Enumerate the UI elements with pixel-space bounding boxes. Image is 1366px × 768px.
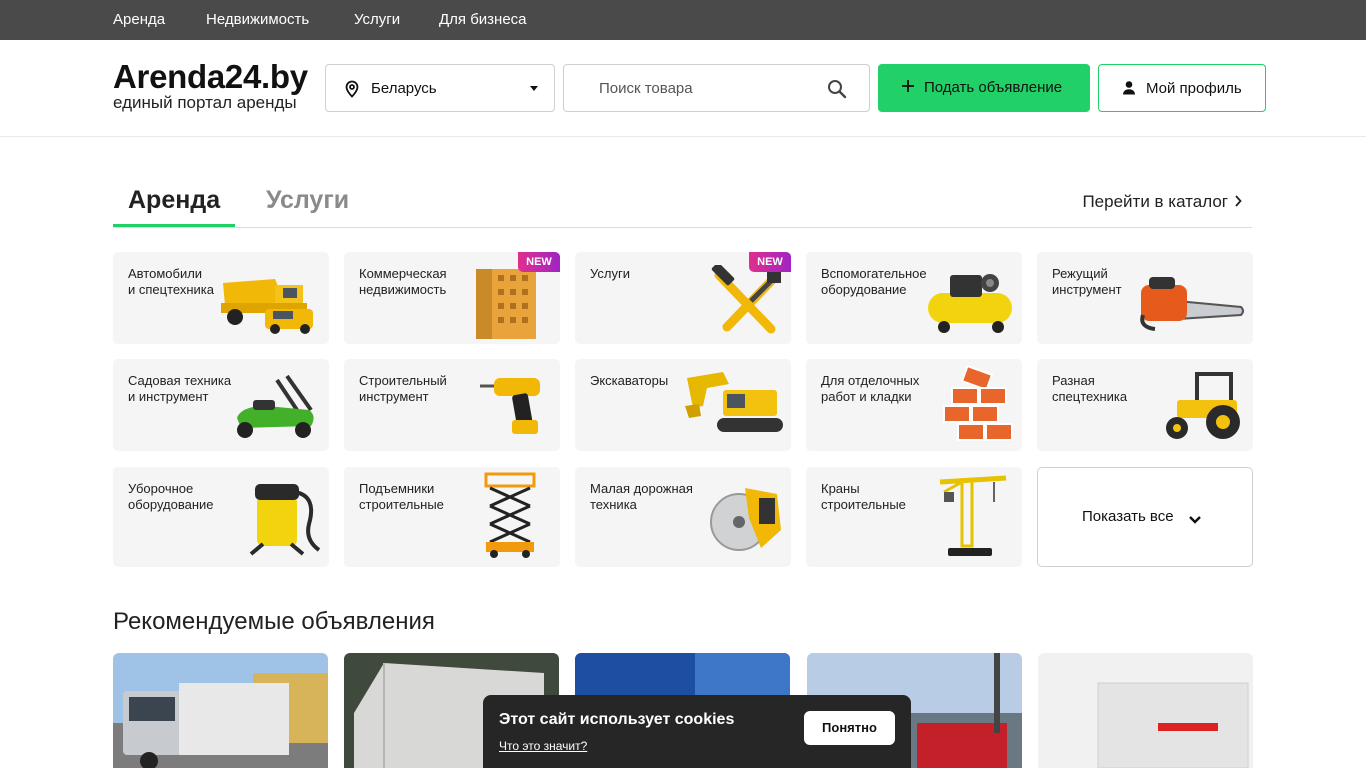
category-card-excavators[interactable]: Экскаваторы <box>575 359 791 451</box>
listing-card[interactable] <box>1038 653 1253 768</box>
compressor-icon <box>920 263 1016 340</box>
new-badge: NEW <box>749 252 791 272</box>
building-icon <box>470 263 542 344</box>
cookie-title: Этот сайт использует cookies <box>499 711 735 728</box>
category-card-construction-tools[interactable]: Строительный инструмент <box>344 359 560 451</box>
chevron-down-icon <box>530 86 538 91</box>
road-saw-icon <box>705 478 785 563</box>
cookie-accept-button[interactable]: Понятно <box>804 711 895 745</box>
region-select[interactable]: Беларусь <box>325 64 555 112</box>
post-ad-label: Подать объявление <box>924 79 1063 96</box>
category-label: Садовая техника и инструмент <box>128 373 232 404</box>
category-label: Вспомогательное оборудование <box>821 266 927 297</box>
cookie-banner: Этот сайт использует cookies Что это зна… <box>483 695 911 768</box>
category-card-garden-equipment[interactable]: Садовая техника и инструмент <box>113 359 329 451</box>
top-nav-item-real-estate[interactable]: Недвижимость <box>206 11 309 28</box>
show-all-label: Показать все <box>1082 508 1174 525</box>
catalog-link-label: Перейти в каталог <box>1082 192 1228 211</box>
recommended-title: Рекомендуемые объявления <box>113 608 435 635</box>
category-label: Услуги <box>590 266 630 281</box>
location-pin-icon <box>344 80 360 103</box>
scissor-lift-icon <box>482 470 538 563</box>
site-header: Arenda24.by единый портал аренды Беларус… <box>0 40 1366 137</box>
category-label: Краны строительные <box>821 481 906 512</box>
my-profile-button[interactable]: Мой профиль <box>1098 64 1266 112</box>
category-card-finishing-works[interactable]: Для отделочных работ и кладки <box>806 359 1022 451</box>
category-label: Разная спецтехника <box>1052 373 1128 404</box>
tower-crane-icon <box>936 468 1008 563</box>
tractor-icon <box>1157 370 1247 447</box>
chevron-down-icon <box>1188 512 1202 530</box>
listing-photo-truck <box>113 653 328 768</box>
category-label: Коммерческая недвижимость <box>359 266 447 297</box>
top-nav-bar: Аренда Недвижимость Услуги Для бизнеса <box>0 0 1366 40</box>
drill-icon <box>478 368 550 441</box>
category-card-construction-cranes[interactable]: Краны строительные <box>806 467 1022 567</box>
category-card-road-machinery[interactable]: Малая дорожная техника <box>575 467 791 567</box>
catalog-link[interactable]: Перейти в каталог <box>1082 192 1242 212</box>
logo-title[interactable]: Arenda24.by <box>113 58 308 96</box>
chevron-right-icon <box>1234 192 1242 212</box>
search-icon[interactable] <box>827 79 847 104</box>
category-card-vehicles[interactable]: Автомобили и спецтехника <box>113 252 329 344</box>
my-profile-label: Мой профиль <box>1146 80 1242 97</box>
new-badge: NEW <box>518 252 560 272</box>
lawn-mower-icon <box>227 370 323 447</box>
vacuum-icon <box>243 474 323 563</box>
search-input[interactable] <box>565 66 815 110</box>
category-label: Подъемники строительные <box>359 481 444 512</box>
category-card-special-machinery[interactable]: Разная спецтехника <box>1037 359 1253 451</box>
top-nav-item-rent[interactable]: Аренда <box>113 11 165 28</box>
region-label: Беларусь <box>371 80 437 97</box>
listing-photo-display-case <box>1038 653 1253 768</box>
user-icon <box>1122 80 1136 100</box>
tab-rent[interactable]: Аренда <box>128 186 220 215</box>
excavator-icon <box>681 370 785 447</box>
category-card-cleaning-equipment[interactable]: Уборочное оборудование <box>113 467 329 567</box>
category-label: Малая дорожная техника <box>590 481 693 512</box>
dump-truck-icon <box>213 265 323 340</box>
category-label: Для отделочных работ и кладки <box>821 373 920 404</box>
category-label: Уборочное оборудование <box>128 481 214 512</box>
post-ad-button[interactable]: Подать объявление <box>878 64 1090 112</box>
search-box <box>563 64 870 112</box>
category-card-auxiliary-equipment[interactable]: Вспомогательное оборудование <box>806 252 1022 344</box>
category-card-commercial-real-estate[interactable]: Коммерческая недвижимость NEW <box>344 252 560 344</box>
category-card-construction-lifts[interactable]: Подъемники строительные <box>344 467 560 567</box>
category-card-cutting-tools[interactable]: Режущий инструмент <box>1037 252 1253 344</box>
show-all-button[interactable]: Показать все <box>1037 467 1253 567</box>
logo-subtitle: единый портал аренды <box>113 93 297 112</box>
bricks-icon <box>936 364 1016 447</box>
category-tabs: Аренда Услуги Перейти в каталог <box>113 176 1252 228</box>
listing-card[interactable] <box>113 653 328 768</box>
category-card-services[interactable]: Услуги NEW <box>575 252 791 344</box>
category-label: Строительный инструмент <box>359 373 447 404</box>
tab-services[interactable]: Услуги <box>266 186 349 215</box>
top-nav-item-business[interactable]: Для бизнеса <box>439 11 527 28</box>
chainsaw-icon <box>1137 271 1247 340</box>
tools-icon <box>705 262 785 340</box>
top-nav-item-services[interactable]: Услуги <box>354 11 400 28</box>
cookie-info-link[interactable]: Что это значит? <box>499 739 587 753</box>
plus-icon <box>901 78 915 96</box>
active-tab-indicator <box>113 224 235 227</box>
